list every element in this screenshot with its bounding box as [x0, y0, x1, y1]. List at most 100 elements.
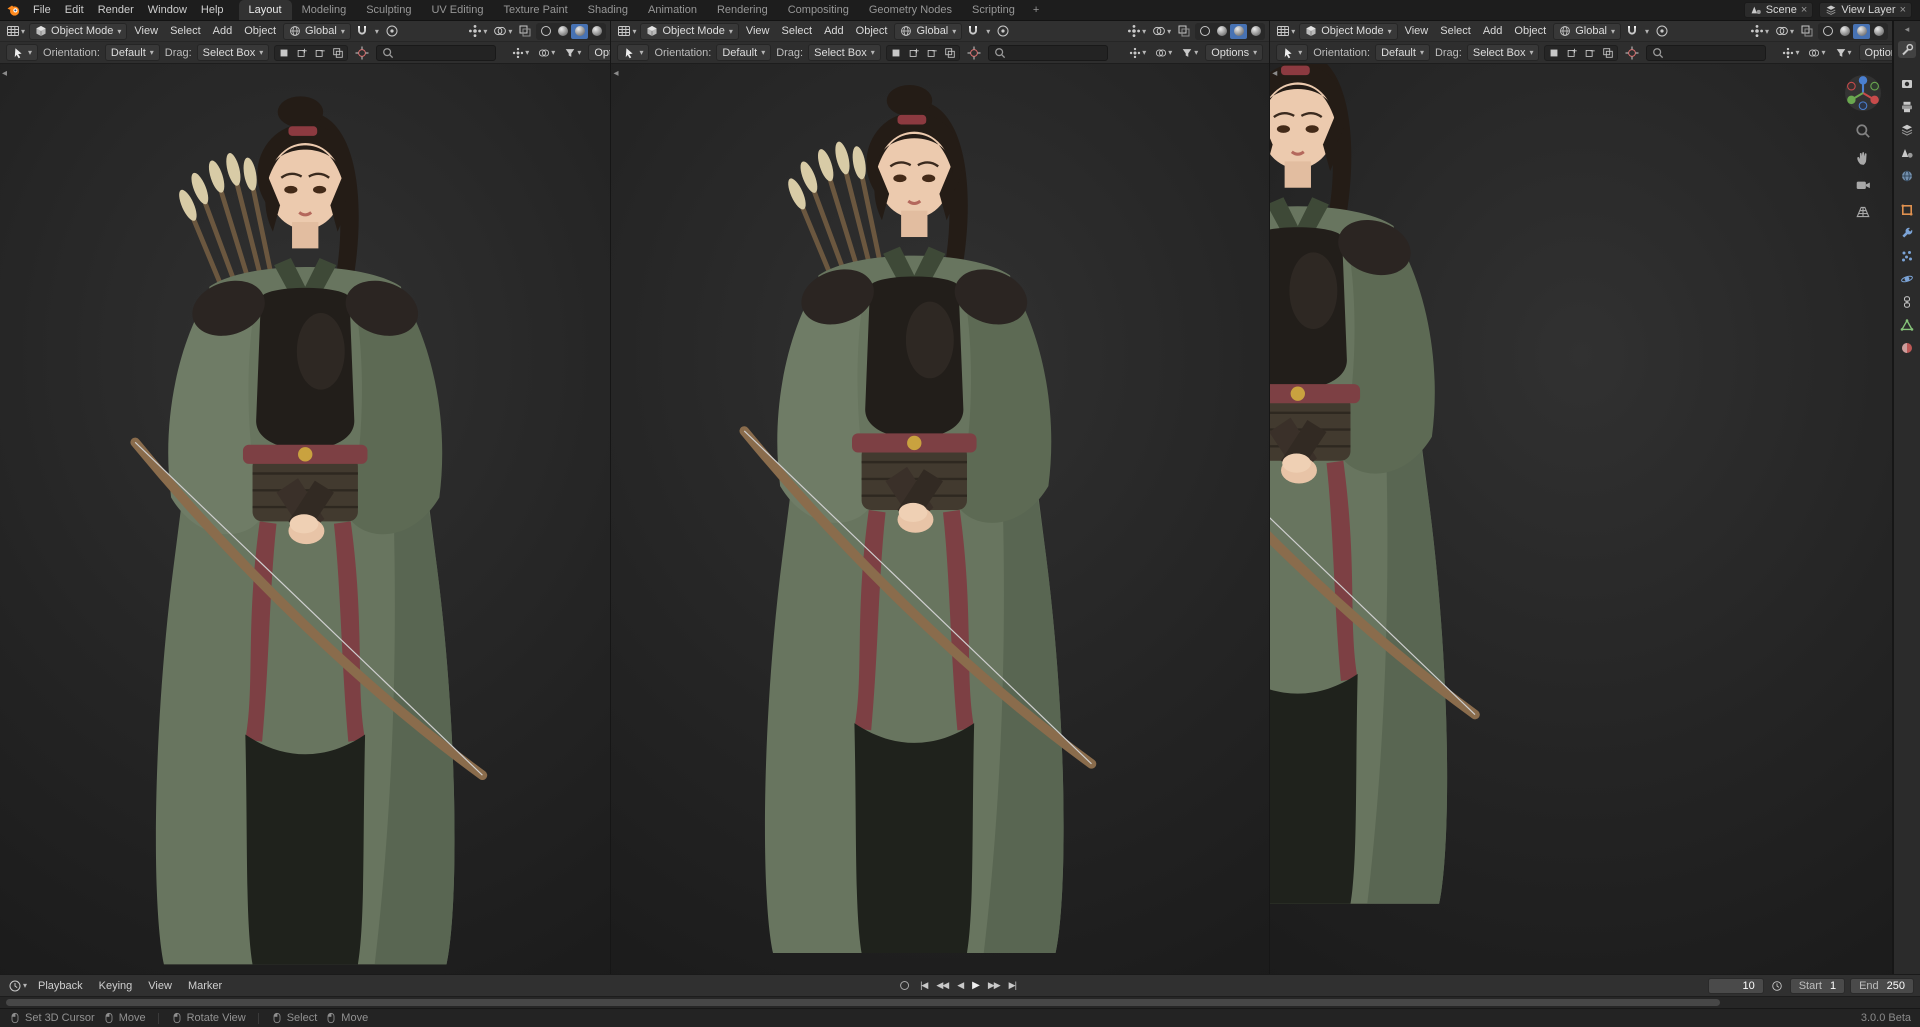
gizmos-popover[interactable]: ▾ — [1780, 47, 1801, 59]
camera-view-icon[interactable] — [1855, 177, 1871, 193]
select-mode-extend[interactable] — [905, 46, 923, 60]
overlays-popover[interactable]: ▾ — [1153, 47, 1174, 59]
next-keyframe-button[interactable]: ▶▶ — [984, 980, 1004, 991]
shading-wireframe-button[interactable] — [537, 24, 554, 39]
toolbar-expand-arrow[interactable]: ◂ — [1272, 68, 1277, 79]
workspace-tab-scripting[interactable]: Scripting — [962, 0, 1025, 20]
menu-file[interactable]: File — [26, 0, 58, 20]
view-layer-selector[interactable]: View Layer × — [1819, 2, 1912, 18]
select-mode-subtract[interactable] — [923, 46, 941, 60]
viewport-canvas[interactable]: ◂ — [0, 64, 610, 974]
workspace-tab-shading[interactable]: Shading — [578, 0, 638, 20]
active-tool-button[interactable]: ▾ — [6, 44, 38, 61]
show-gizmo-toggle[interactable]: ▾ — [1748, 24, 1771, 38]
unlink-scene-icon[interactable]: × — [1801, 5, 1807, 16]
menu-view[interactable]: View — [741, 25, 775, 37]
shading-wireframe-button[interactable] — [1196, 24, 1213, 39]
3d-viewport[interactable]: ▾ Object Mode ▾ View Select Add Object G… — [1270, 21, 1893, 974]
shading-wireframe-button[interactable] — [1819, 24, 1836, 39]
menu-add[interactable]: Add — [819, 25, 849, 37]
menu-marker[interactable]: Marker — [181, 980, 229, 992]
xray-toggle[interactable] — [1175, 24, 1193, 38]
timeline-editor-type-button[interactable]: ▾ — [6, 979, 29, 993]
search-input[interactable] — [1646, 45, 1766, 61]
shading-rendered-button[interactable] — [588, 24, 605, 39]
previous-keyframe-button[interactable]: ◀◀ — [932, 980, 952, 991]
properties-expand-arrow[interactable]: ◂ — [1905, 24, 1910, 35]
workspace-tab-geometry-nodes[interactable]: Geometry Nodes — [859, 0, 962, 20]
snap-toggle[interactable] — [964, 24, 982, 38]
properties-tab-tool[interactable] — [1898, 41, 1916, 58]
menu-view[interactable]: View — [1400, 25, 1434, 37]
properties-tab-world[interactable] — [1898, 167, 1916, 184]
properties-tab-object-data[interactable] — [1898, 316, 1916, 333]
overlays-popover[interactable]: ▾ — [1806, 47, 1827, 59]
proportional-editing-toggle[interactable] — [383, 24, 401, 38]
workspace-tab-compositing[interactable]: Compositing — [778, 0, 859, 20]
properties-tab-output[interactable] — [1898, 98, 1916, 115]
snap-settings-dropdown[interactable]: ▾ — [373, 27, 381, 36]
current-frame-field[interactable]: 10 — [1708, 978, 1764, 994]
editor-type-button[interactable]: ▾ — [615, 24, 638, 38]
mode-select[interactable]: Object Mode ▾ — [640, 23, 738, 40]
select-mode-new[interactable] — [887, 46, 905, 60]
auto-keying-toggle[interactable] — [900, 981, 909, 990]
toolbar-expand-arrow[interactable]: ◂ — [2, 68, 7, 79]
show-gizmo-toggle[interactable]: ▾ — [466, 24, 489, 38]
select-mode-intersect[interactable] — [941, 46, 959, 60]
menu-add[interactable]: Add — [208, 25, 238, 37]
show-overlays-toggle[interactable]: ▾ — [491, 24, 514, 38]
search-input[interactable] — [376, 45, 496, 61]
menu-help[interactable]: Help — [194, 0, 231, 20]
menu-object[interactable]: Object — [851, 25, 893, 37]
scene-selector[interactable]: Scene × — [1744, 2, 1814, 18]
filter-popover[interactable]: ▾ — [1833, 47, 1854, 59]
options-popover[interactable]: Options ▾ — [588, 44, 610, 61]
properties-tab-render[interactable] — [1898, 75, 1916, 92]
properties-tab-material[interactable] — [1898, 339, 1916, 356]
tool-orientation-select[interactable]: Default ▾ — [105, 44, 160, 61]
select-mode-new[interactable] — [1545, 46, 1563, 60]
select-mode-extend[interactable] — [293, 46, 311, 60]
add-workspace-button[interactable]: + — [1025, 0, 1047, 20]
menu-select[interactable]: Select — [777, 25, 818, 37]
select-mode-subtract[interactable] — [1581, 46, 1599, 60]
editor-type-button[interactable]: ▾ — [4, 24, 27, 38]
workspace-tab-uv-editing[interactable]: UV Editing — [421, 0, 493, 20]
xray-toggle[interactable] — [1798, 24, 1816, 38]
mode-select[interactable]: Object Mode ▾ — [1299, 23, 1397, 40]
menu-keying[interactable]: Keying — [92, 980, 140, 992]
frame-start-field[interactable]: Start 1 — [1790, 978, 1845, 994]
shading-rendered-button[interactable] — [1870, 24, 1887, 39]
shading-rendered-button[interactable] — [1247, 24, 1264, 39]
xray-toggle[interactable] — [516, 24, 534, 38]
play-reverse-button[interactable]: ◀ — [953, 980, 967, 991]
show-overlays-toggle[interactable]: ▾ — [1773, 24, 1796, 38]
drag-mode-select[interactable]: Select Box ▾ — [1467, 44, 1540, 61]
properties-tab-constraints[interactable] — [1898, 293, 1916, 310]
select-mode-intersect[interactable] — [329, 46, 347, 60]
menu-view[interactable]: View — [129, 25, 163, 37]
show-overlays-toggle[interactable]: ▾ — [1150, 24, 1173, 38]
select-mode-new[interactable] — [275, 46, 293, 60]
play-button[interactable]: ▶ — [968, 980, 983, 991]
gizmos-popover[interactable]: ▾ — [1127, 47, 1148, 59]
show-gizmo-toggle[interactable]: ▾ — [1125, 24, 1148, 38]
menu-edit[interactable]: Edit — [58, 0, 91, 20]
shading-material-preview-button[interactable] — [1230, 24, 1247, 39]
workspace-tab-texture-paint[interactable]: Texture Paint — [493, 0, 577, 20]
tool-orientation-select[interactable]: Default ▾ — [716, 44, 771, 61]
pan-hand-icon[interactable] — [1855, 150, 1871, 166]
menu-render[interactable]: Render — [91, 0, 141, 20]
proportional-editing-toggle[interactable] — [1653, 24, 1671, 38]
timeline-track[interactable] — [0, 996, 1920, 1008]
shading-material-preview-button[interactable] — [1853, 24, 1870, 39]
select-mode-intersect[interactable] — [1599, 46, 1617, 60]
select-mode-subtract[interactable] — [311, 46, 329, 60]
preview-range-toggle[interactable] — [1769, 980, 1785, 992]
snap-toggle[interactable] — [353, 24, 371, 38]
3d-viewport[interactable]: ▾ Object Mode ▾ View Select Add Object G… — [611, 21, 1270, 974]
properties-tab-modifiers[interactable] — [1898, 224, 1916, 241]
workspace-tab-modeling[interactable]: Modeling — [292, 0, 357, 20]
properties-tab-scene[interactable] — [1898, 144, 1916, 161]
